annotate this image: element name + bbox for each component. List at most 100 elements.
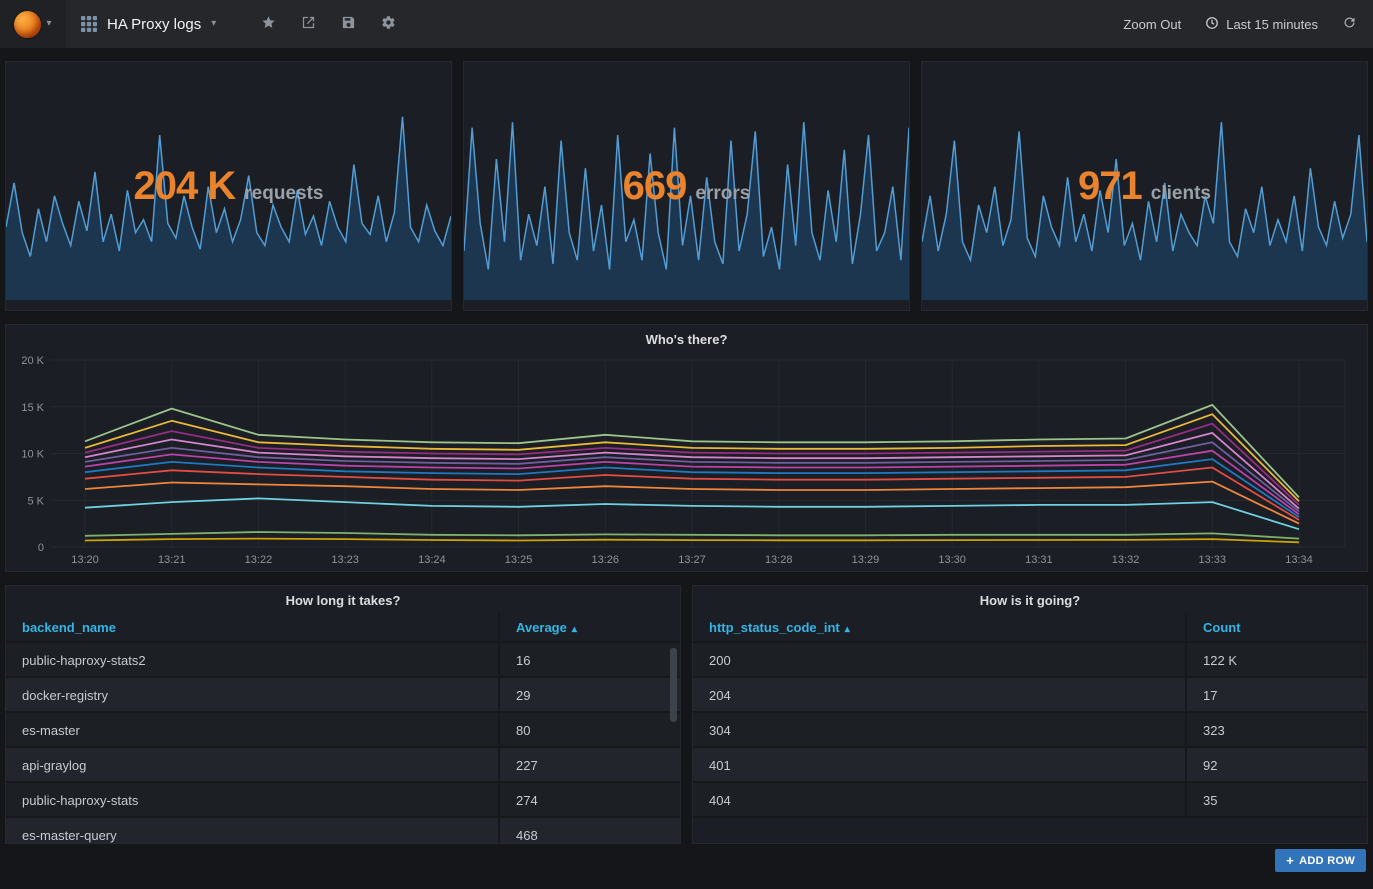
zoom-out-button[interactable]: Zoom Out bbox=[1123, 17, 1181, 32]
table-row: 20417 bbox=[693, 678, 1367, 713]
x-axis-label: 13:26 bbox=[592, 554, 620, 566]
table-cell: 304 bbox=[693, 713, 1185, 746]
table-cell: 404 bbox=[693, 783, 1185, 816]
table-row: es-master-query468 bbox=[6, 818, 680, 844]
table-header-row: http_status_code_int▴ Count bbox=[693, 613, 1367, 643]
table-cell: 122 K bbox=[1185, 643, 1367, 676]
table-cell: 401 bbox=[693, 748, 1185, 781]
table-title[interactable]: How is it going? bbox=[693, 586, 1367, 613]
chart-canvas[interactable]: 05 K10 K15 K20 K13:2013:2113:2213:2313:2… bbox=[6, 325, 1367, 571]
time-range-button[interactable]: Last 15 minutes bbox=[1205, 16, 1318, 33]
x-axis-label: 13:24 bbox=[418, 554, 446, 566]
stat-label: clients bbox=[1151, 183, 1211, 205]
y-axis-label: 0 bbox=[38, 542, 44, 554]
x-axis-label: 13:25 bbox=[505, 554, 533, 566]
table-cell: public-haproxy-stats bbox=[6, 783, 498, 816]
y-axis-label: 10 K bbox=[21, 449, 44, 461]
table-cell: public-haproxy-stats2 bbox=[6, 643, 498, 676]
refresh-button[interactable] bbox=[1342, 15, 1357, 33]
table-cell: 80 bbox=[498, 713, 680, 746]
logo-dropdown-caret: ▾ bbox=[46, 19, 51, 29]
table-cell: 204 bbox=[693, 678, 1185, 711]
table-cell: 29 bbox=[498, 678, 680, 711]
table-cell: 468 bbox=[498, 818, 680, 844]
stat-value: 971 bbox=[1078, 164, 1142, 209]
whos-there-panel: Who's there? 05 K10 K15 K20 K13:2013:211… bbox=[5, 324, 1368, 572]
dashboard-title-button[interactable]: HA Proxy logs ▾ bbox=[66, 0, 231, 48]
table-title[interactable]: How long it takes? bbox=[6, 586, 680, 613]
table-row: es-master80 bbox=[6, 713, 680, 748]
x-axis-label: 13:31 bbox=[1025, 554, 1053, 566]
table-row: 40435 bbox=[693, 783, 1367, 818]
x-axis-label: 13:34 bbox=[1285, 554, 1313, 566]
stat-label: requests bbox=[244, 183, 323, 205]
refresh-icon bbox=[1342, 15, 1357, 33]
dashboard-actions bbox=[253, 9, 403, 39]
add-row-label: ADD ROW bbox=[1299, 855, 1355, 867]
table-row: 200122 K bbox=[693, 643, 1367, 678]
clock-icon bbox=[1205, 16, 1219, 33]
star-icon bbox=[261, 15, 276, 33]
column-header-count[interactable]: Count bbox=[1185, 613, 1367, 641]
settings-button[interactable] bbox=[373, 9, 403, 39]
share-icon bbox=[301, 15, 316, 33]
stat-panel-clients: 971 clients bbox=[921, 61, 1368, 311]
table-cell: 16 bbox=[498, 643, 680, 676]
navbar: ▾ HA Proxy logs ▾ Zoom Out Last 15 minut… bbox=[0, 0, 1373, 48]
title-dropdown-caret: ▾ bbox=[211, 19, 216, 29]
table-cell: 200 bbox=[693, 643, 1185, 676]
column-header-http-status-code[interactable]: http_status_code_int▴ bbox=[693, 613, 1185, 641]
table-header-row: backend_name Average▴ bbox=[6, 613, 680, 643]
table-row: api-graylog227 bbox=[6, 748, 680, 783]
panel-title[interactable]: Who's there? bbox=[6, 332, 1367, 347]
table-cell: 227 bbox=[498, 748, 680, 781]
save-button[interactable] bbox=[333, 9, 363, 39]
stat-panels-row: 204 K requests 669 errors 971 clients bbox=[5, 61, 1368, 311]
x-axis-label: 13:33 bbox=[1199, 554, 1227, 566]
x-axis-label: 13:23 bbox=[331, 554, 359, 566]
stat-value: 669 bbox=[623, 164, 687, 209]
plus-icon: + bbox=[1286, 854, 1294, 867]
table-cell: api-graylog bbox=[6, 748, 498, 781]
table-cell: es-master bbox=[6, 713, 498, 746]
stat-panel-requests: 204 K requests bbox=[5, 61, 452, 311]
y-axis-label: 5 K bbox=[27, 495, 44, 507]
gear-icon bbox=[381, 15, 396, 33]
grafana-logo bbox=[14, 11, 41, 38]
dashboard-title: HA Proxy logs bbox=[107, 16, 201, 33]
dashboard-grid-icon bbox=[81, 16, 97, 32]
table-cell: 274 bbox=[498, 783, 680, 816]
x-axis-label: 13:32 bbox=[1112, 554, 1140, 566]
column-header-average[interactable]: Average▴ bbox=[498, 613, 680, 641]
share-button[interactable] bbox=[293, 9, 323, 39]
table-row: 40192 bbox=[693, 748, 1367, 783]
add-row-button[interactable]: + ADD ROW bbox=[1275, 849, 1366, 872]
grafana-menu-button[interactable]: ▾ bbox=[0, 0, 66, 48]
tables-row: How long it takes? backend_name Average▴… bbox=[5, 585, 1368, 844]
table-panel-how-long-it-takes: How long it takes? backend_name Average▴… bbox=[5, 585, 681, 844]
y-axis-label: 20 K bbox=[21, 355, 44, 367]
table-body: 200122 K204173043234019240435 bbox=[693, 643, 1367, 818]
save-icon bbox=[341, 15, 356, 33]
sort-asc-icon: ▴ bbox=[572, 624, 577, 635]
x-axis-label: 13:30 bbox=[938, 554, 966, 566]
x-axis-label: 13:20 bbox=[71, 554, 99, 566]
table-cell: 35 bbox=[1185, 783, 1367, 816]
table-cell: 17 bbox=[1185, 678, 1367, 711]
scrollbar-thumb[interactable] bbox=[670, 648, 677, 722]
sort-asc-icon: ▴ bbox=[845, 624, 850, 635]
table-body: public-haproxy-stats216docker-registry29… bbox=[6, 643, 680, 844]
table-panel-how-is-it-going: How is it going? http_status_code_int▴ C… bbox=[692, 585, 1368, 844]
time-controls: Zoom Out Last 15 minutes bbox=[1123, 15, 1373, 33]
table-row: docker-registry29 bbox=[6, 678, 680, 713]
table-row: 304323 bbox=[693, 713, 1367, 748]
x-axis-label: 13:22 bbox=[245, 554, 273, 566]
y-axis-label: 15 K bbox=[21, 402, 44, 414]
time-range-label: Last 15 minutes bbox=[1226, 17, 1318, 32]
table-row: public-haproxy-stats274 bbox=[6, 783, 680, 818]
column-header-backend-name[interactable]: backend_name bbox=[6, 613, 498, 641]
star-button[interactable] bbox=[253, 9, 283, 39]
table-row: public-haproxy-stats216 bbox=[6, 643, 680, 678]
x-axis-label: 13:28 bbox=[765, 554, 793, 566]
stat-value: 204 K bbox=[134, 164, 236, 209]
